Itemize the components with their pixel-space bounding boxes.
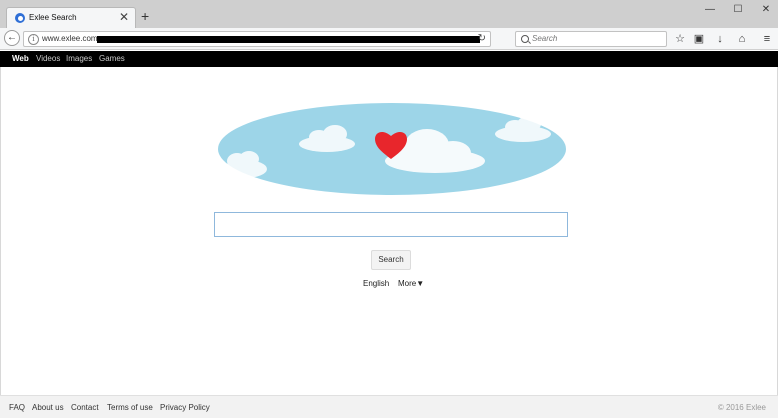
browser-tab[interactable]: Exlee Search ✕ <box>6 7 136 28</box>
reload-icon[interactable]: ↻ <box>478 33 486 44</box>
menu-icon[interactable]: ≡ <box>760 32 774 46</box>
maximize-icon[interactable]: ☐ <box>728 3 748 17</box>
nav-web[interactable]: Web <box>12 54 29 63</box>
address-bar[interactable]: i www.exlee.com ↻ <box>23 31 491 47</box>
browser-search-input[interactable]: Search <box>515 31 667 47</box>
copyright: © 2016 Exlee <box>717 403 766 412</box>
close-window-icon[interactable]: ✕ <box>756 3 776 17</box>
more-dropdown[interactable]: More▼ <box>398 279 424 288</box>
main-content: Search English More▼ <box>0 67 778 395</box>
footer-link-about[interactable]: About us <box>32 403 64 412</box>
footer-link-faq[interactable]: FAQ <box>9 403 25 412</box>
new-tab-icon[interactable]: + <box>141 9 149 23</box>
footer-link-contact[interactable]: Contact <box>71 403 99 412</box>
site-nav: Web Videos Images Games <box>0 51 778 67</box>
search-button[interactable]: Search <box>371 250 411 270</box>
footer-link-privacy[interactable]: Privacy Policy <box>160 403 210 412</box>
footer: FAQ About us Contact Terms of use Privac… <box>0 395 778 418</box>
info-icon[interactable]: i <box>28 34 39 45</box>
home-icon[interactable]: ⌂ <box>735 32 749 46</box>
close-tab-icon[interactable]: ✕ <box>119 10 129 24</box>
nav-games[interactable]: Games <box>99 54 125 63</box>
search-icon <box>521 35 529 43</box>
exlee-logo <box>218 103 566 195</box>
tab-title: Exlee Search <box>29 13 77 22</box>
url-text: www.exlee.com <box>42 34 98 43</box>
nav-videos[interactable]: Videos <box>36 54 60 63</box>
library-icon[interactable]: ▣ <box>692 32 706 46</box>
navigation-toolbar: ← i www.exlee.com ↻ Search ☆ ▣ ↓ ⌂ ≡ <box>0 28 778 50</box>
bookmark-star-icon[interactable]: ☆ <box>673 32 687 46</box>
nav-images[interactable]: Images <box>66 54 92 63</box>
footer-link-terms[interactable]: Terms of use <box>107 403 153 412</box>
download-icon[interactable]: ↓ <box>713 32 727 46</box>
browser-titlebar: Exlee Search ✕ + — ☐ ✕ <box>0 0 778 28</box>
back-arrow-icon[interactable]: ← <box>4 30 20 46</box>
exlee-favicon-icon <box>15 13 25 23</box>
language-link[interactable]: English <box>363 279 389 288</box>
url-redaction <box>97 36 480 43</box>
minimize-icon[interactable]: — <box>700 3 720 17</box>
search-placeholder: Search <box>532 34 558 43</box>
main-search-input[interactable] <box>214 212 568 237</box>
